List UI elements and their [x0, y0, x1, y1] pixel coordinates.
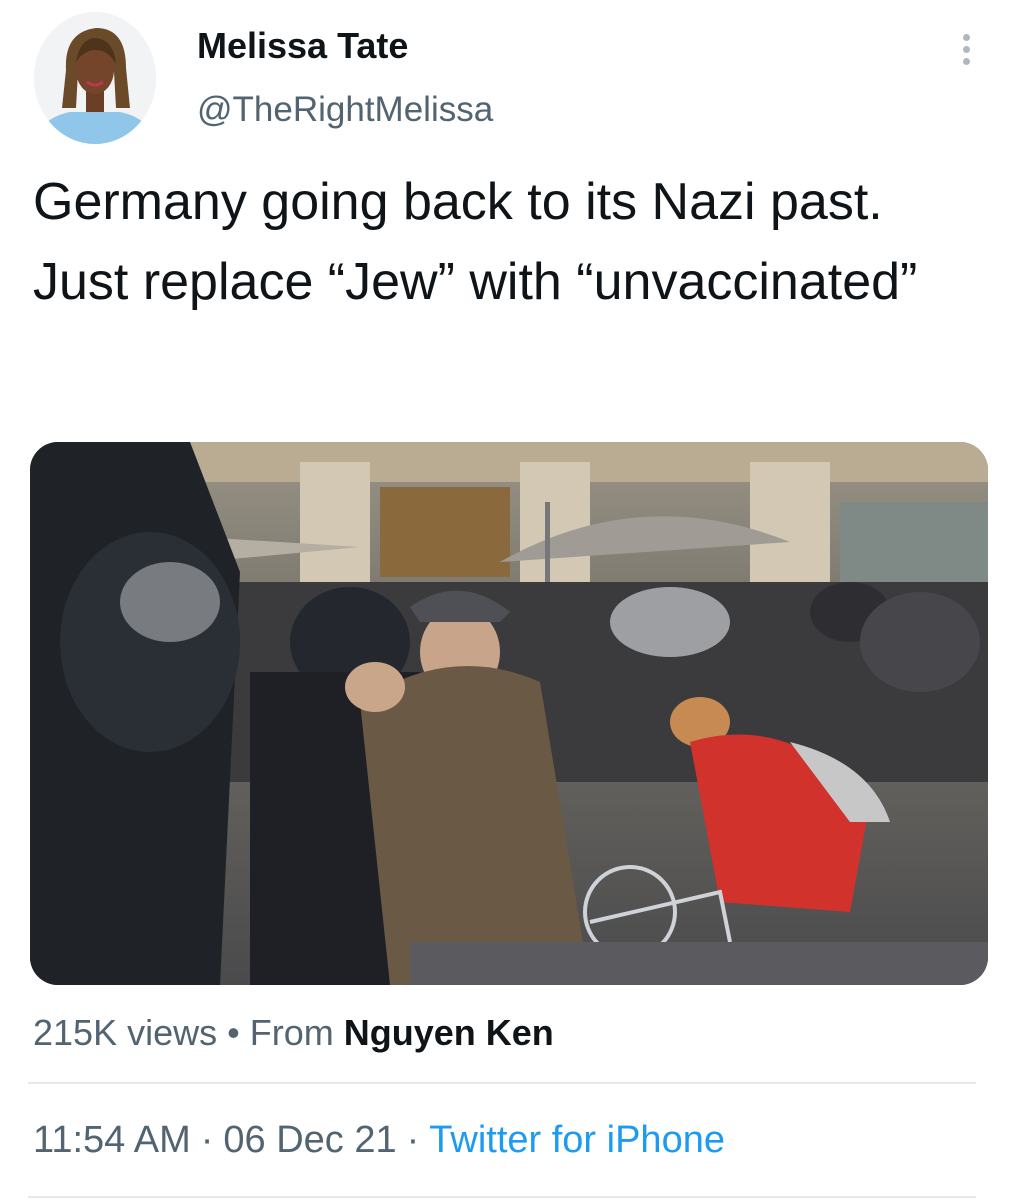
view-count: 215K views: [33, 1012, 218, 1053]
divider: [28, 1082, 976, 1084]
tweet-time[interactable]: 11:54 AM: [33, 1119, 191, 1161]
author-display-name[interactable]: Melissa Tate: [197, 24, 408, 68]
from-label: From: [249, 1012, 334, 1053]
tweet-timestamp: 11:54 AM · 06 Dec 21 · Twitter for iPhone: [33, 1116, 725, 1164]
tweet-text: Germany going back to its Nazi past. Jus…: [33, 173, 918, 311]
timestamp-separator: ·: [406, 1119, 420, 1161]
timestamp-separator: ·: [200, 1119, 214, 1161]
more-vertical-icon[interactable]: [950, 30, 982, 70]
tweet-video[interactable]: [30, 442, 988, 985]
avatar[interactable]: [34, 12, 156, 144]
video-thumbnail: [30, 442, 988, 985]
divider: [28, 1196, 976, 1198]
avatar-photo: [34, 12, 156, 144]
author-handle[interactable]: @TheRightMelissa: [197, 88, 493, 132]
tweet-client-link[interactable]: Twitter for iPhone: [429, 1119, 725, 1161]
meta-separator: •: [227, 1012, 240, 1053]
media-meta: 215K views • From Nguyen Ken: [33, 1009, 554, 1057]
tweet-date[interactable]: 06 Dec 21: [223, 1119, 396, 1161]
video-source-link[interactable]: Nguyen Ken: [344, 1012, 554, 1053]
